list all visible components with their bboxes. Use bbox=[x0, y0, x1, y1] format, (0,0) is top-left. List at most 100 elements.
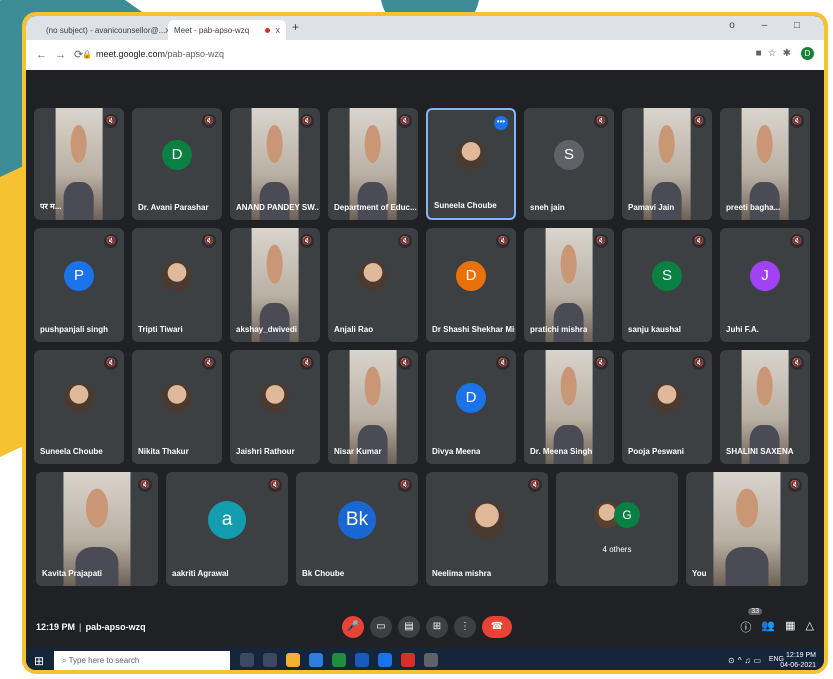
participant-tile[interactable]: 🔇 Nisar Kumar bbox=[328, 350, 418, 464]
more-options-button[interactable]: ⋮ bbox=[454, 616, 476, 638]
end-call-button[interactable]: ☎ bbox=[482, 616, 512, 638]
participant-tile[interactable]: 🔇 पर म... bbox=[34, 108, 124, 220]
participant-tile[interactable]: 🔇 Department of Educ... bbox=[328, 108, 418, 220]
participant-name: Department of Educ... bbox=[334, 203, 417, 212]
cortana-icon[interactable] bbox=[240, 653, 254, 667]
url-field[interactable]: 🔒 meet.google.com/pab-apso-wzq bbox=[82, 49, 224, 59]
meet-participant-grid: 🔇 पर म... D 🔇 Dr. Avani Parashar 🔇 ANAND PANDE… bbox=[26, 70, 824, 610]
participant-tile[interactable]: J 🔇 Juhi F.A. bbox=[720, 228, 810, 342]
file-explorer-icon[interactable] bbox=[286, 653, 300, 667]
participant-avatar: G bbox=[614, 502, 640, 529]
participant-tile[interactable]: 🔇 Kavita Prajapati bbox=[36, 472, 158, 586]
search-placeholder: Type here to search bbox=[68, 656, 140, 665]
participant-video bbox=[713, 472, 781, 586]
participant-avatar: D bbox=[456, 260, 486, 291]
participant-tile[interactable]: 🔇 ANAND PANDEY SW... bbox=[230, 108, 320, 220]
participant-avatar: D bbox=[456, 382, 486, 413]
chrome-icon[interactable] bbox=[378, 653, 392, 667]
mic-muted-icon: 🔇 bbox=[398, 478, 412, 492]
participant-tile[interactable]: D 🔇 Dr. Avani Parashar bbox=[132, 108, 222, 220]
participant-avatar: D bbox=[162, 140, 192, 171]
participant-tile[interactable]: G 4 others bbox=[556, 472, 678, 586]
address-bar: ←→⟳ 🔒 meet.google.com/pab-apso-wzq ■ ☆ ✱ … bbox=[26, 40, 824, 71]
participant-tile[interactable]: S 🔇 sneh jain bbox=[524, 108, 614, 220]
participant-avatar: P bbox=[64, 260, 94, 291]
word-icon[interactable] bbox=[355, 653, 369, 667]
mic-muted-icon: 🔇 bbox=[790, 114, 804, 128]
windows-start-icon[interactable]: ⊞ bbox=[34, 654, 44, 668]
captions-button[interactable]: ▤ bbox=[398, 616, 420, 638]
window-controls[interactable]: o – □ bbox=[729, 20, 812, 31]
more-options-icon[interactable]: ••• bbox=[494, 116, 508, 130]
mic-muted-icon: 🔇 bbox=[788, 478, 802, 492]
participant-tile[interactable]: 🔇 Tripti Tiwari bbox=[132, 228, 222, 342]
participant-tile[interactable]: Bk 🔇 Bk Choube bbox=[296, 472, 418, 586]
mic-muted-icon: 🔇 bbox=[528, 478, 542, 492]
participant-tile[interactable]: a 🔇 aakriti Agrawal bbox=[166, 472, 288, 586]
mic-muted-icon: 🔇 bbox=[202, 234, 216, 248]
info-icon[interactable]: ⓘ bbox=[740, 619, 751, 635]
clock-time: 12:19 PM bbox=[786, 652, 816, 659]
browser-tab-bar: (no subject) - avanicounsellor@... x Mee… bbox=[26, 16, 824, 40]
taskbar-search[interactable]: ⌕ Type here to search bbox=[54, 651, 230, 670]
participant-tile[interactable]: 🔇 akshay_dwivedi bbox=[230, 228, 320, 342]
participant-tile[interactable]: P 🔇 pushpanjali singh bbox=[34, 228, 124, 342]
participant-name: Jaishri Rathour bbox=[236, 447, 295, 456]
camera-off-button[interactable]: ▭ bbox=[370, 616, 392, 638]
participant-tile[interactable]: D 🔇 Divya Meena bbox=[426, 350, 516, 464]
system-tray[interactable]: ⊙^♫▭ bbox=[728, 656, 764, 665]
tab-meet[interactable]: Meet - pab-apso-wzq x bbox=[168, 20, 286, 40]
activities-icon[interactable]: △ bbox=[806, 619, 814, 635]
participant-name: SHALINI SAXENA bbox=[726, 447, 794, 456]
participant-tile[interactable]: 🔇 Nikita Thakur bbox=[132, 350, 222, 464]
participant-photo bbox=[260, 382, 290, 413]
participant-tile[interactable]: 🔇 Suneela Choube bbox=[34, 350, 124, 464]
camera-icon[interactable]: ■ bbox=[756, 48, 768, 59]
participant-photo bbox=[162, 260, 192, 291]
chat-icon[interactable]: ▦ bbox=[785, 619, 795, 635]
mic-off-button[interactable]: 🎤 bbox=[342, 616, 364, 638]
mic-muted-icon: 🔇 bbox=[594, 234, 608, 248]
participant-tile[interactable]: D 🔇 Dr Shashi Shekhar Mis... bbox=[426, 228, 516, 342]
task-view-icon[interactable] bbox=[263, 653, 277, 667]
participant-tile[interactable]: 🔇 Dr. Meena Singh bbox=[524, 350, 614, 464]
participant-tile[interactable]: 🔇 SHALINI SAXENA bbox=[720, 350, 810, 464]
participant-tile[interactable]: 🔇 You bbox=[686, 472, 808, 586]
close-icon[interactable]: x bbox=[276, 25, 281, 35]
participant-name: akshay_dwivedi bbox=[236, 325, 297, 334]
participant-name: Anjali Rao bbox=[334, 325, 374, 334]
participant-tile[interactable]: 🔇 Neelima mishra bbox=[426, 472, 548, 586]
participant-tile[interactable]: 🔇 Jaishri Rathour bbox=[230, 350, 320, 464]
profile-avatar[interactable]: D bbox=[801, 47, 814, 60]
mic-muted-icon: 🔇 bbox=[692, 356, 706, 370]
participant-name: Bk Choube bbox=[302, 569, 345, 578]
participant-avatar: S bbox=[652, 260, 682, 291]
participant-tile[interactable]: 🔇 Anjali Rao bbox=[328, 228, 418, 342]
participant-name: pushpanjali singh bbox=[40, 325, 109, 334]
mic-muted-icon: 🔇 bbox=[202, 356, 216, 370]
mic-muted-icon: 🔇 bbox=[104, 356, 118, 370]
present-button[interactable]: ⊞ bbox=[426, 616, 448, 638]
participant-tile[interactable]: 🔇 pratichi mishra bbox=[524, 228, 614, 342]
new-tab-button[interactable]: + bbox=[292, 20, 299, 34]
taskbar-clock[interactable]: 12:19 PM 04-06-2021 bbox=[780, 651, 816, 670]
meeting-time: 12:19 PM bbox=[36, 622, 76, 632]
tab-gmail[interactable]: (no subject) - avanicounsellor@... x bbox=[40, 20, 170, 40]
participant-name: Neelima mishra bbox=[432, 569, 492, 578]
participant-avatar: S bbox=[554, 140, 584, 171]
app-icon[interactable] bbox=[401, 653, 415, 667]
extension-icon[interactable]: ✱ bbox=[783, 48, 797, 59]
recording-indicator-icon bbox=[264, 27, 270, 33]
participant-name: preeti bagha... bbox=[726, 203, 781, 212]
participant-tile[interactable]: S 🔇 sanju kaushal bbox=[622, 228, 712, 342]
star-icon[interactable]: ☆ bbox=[768, 48, 783, 59]
excel-icon[interactable] bbox=[332, 653, 346, 667]
participant-tile[interactable]: 🔇 Pamavi Jain bbox=[622, 108, 712, 220]
app-icon[interactable] bbox=[424, 653, 438, 667]
edge-icon[interactable] bbox=[309, 653, 323, 667]
participant-name: Suneela Choube bbox=[434, 201, 497, 210]
participant-tile[interactable]: 🔇 preeti bagha... bbox=[720, 108, 810, 220]
participant-tile[interactable]: 🔇 Pooja Peswani bbox=[622, 350, 712, 464]
participant-tile[interactable]: ••• Suneela Choube bbox=[426, 108, 516, 220]
people-icon[interactable]: 👥 bbox=[761, 619, 775, 635]
